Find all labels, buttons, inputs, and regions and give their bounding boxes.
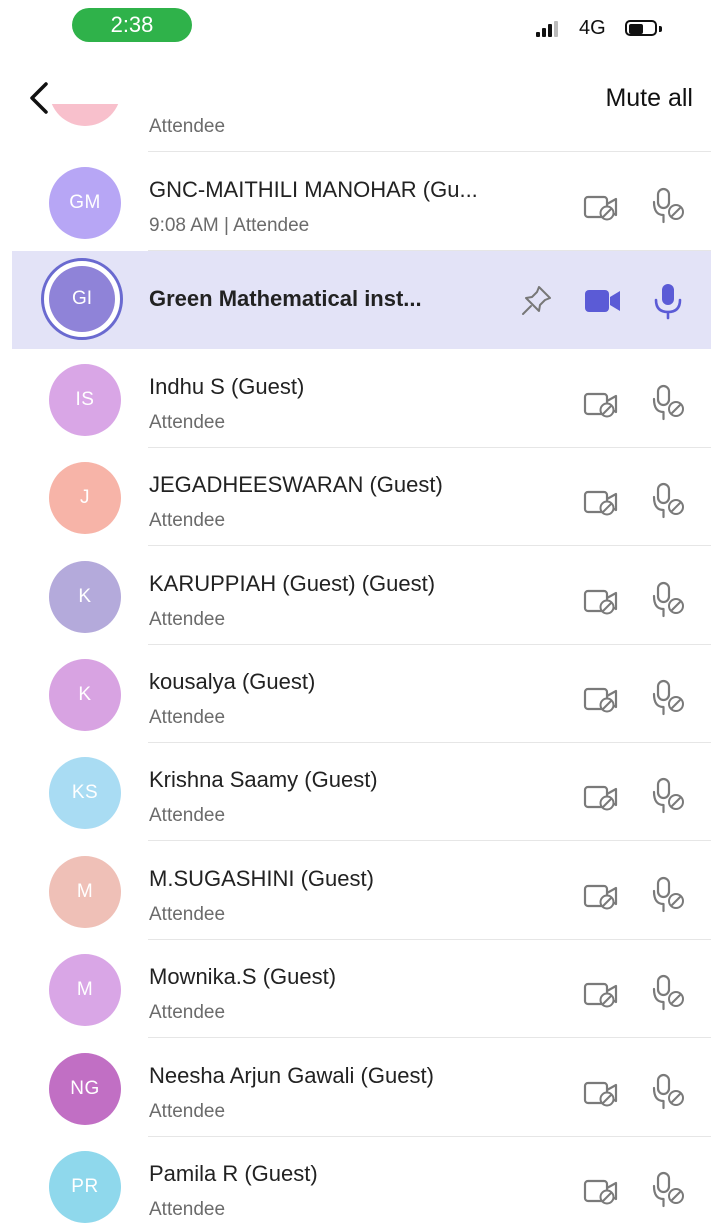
participant-row[interactable]: IS Indhu S (Guest) Attendee — [0, 350, 711, 448]
participant-subtitle: 9:08 AM | Attendee — [149, 215, 310, 236]
signal-icon — [536, 21, 566, 37]
participant-row[interactable]: GI Green Mathematical inst... — [12, 251, 711, 350]
status-bar: 2:38 4G — [0, 0, 711, 50]
avatar-initials: PR — [49, 1151, 121, 1223]
participant-name: M.SUGASHINI (Guest) — [149, 865, 374, 891]
avatar: GI — [41, 258, 123, 341]
avatar — [49, 104, 121, 126]
camera-off-icon[interactable] — [583, 880, 623, 912]
avatar-initials: J — [49, 462, 121, 535]
avatar-initials: NG — [49, 1052, 121, 1125]
battery-icon — [625, 20, 663, 38]
avatar-initials: GI — [49, 266, 115, 333]
microphone-off-icon[interactable] — [650, 972, 690, 1012]
microphone-off-icon[interactable] — [650, 1169, 690, 1209]
participant-subtitle: Attendee — [149, 1002, 226, 1024]
avatar-initials: M — [49, 855, 121, 928]
microphone-off-icon[interactable] — [650, 185, 690, 225]
camera-off-icon[interactable] — [583, 683, 623, 715]
avatar-initials: KS — [49, 757, 121, 830]
participant-row[interactable]: K KARUPPIAH (Guest) (Guest) Attendee — [0, 547, 711, 645]
microphone-off-icon[interactable] — [650, 677, 690, 717]
network-label: 4G — [579, 17, 606, 39]
microphone-on-icon[interactable] — [651, 281, 685, 321]
microphone-off-icon[interactable] — [650, 775, 690, 815]
participant-row[interactable]: M Mownika.S (Guest) Attendee — [0, 940, 711, 1039]
participant-row[interactable]: J JEGADHEESWARAN (Guest) Attendee — [0, 448, 711, 547]
participant-name: Mownika.S (Guest) — [149, 964, 337, 990]
avatar-initials: K — [49, 659, 121, 731]
camera-off-icon[interactable] — [583, 1077, 623, 1109]
participant-subtitle: Attendee — [149, 805, 226, 827]
microphone-off-icon[interactable] — [650, 874, 690, 914]
avatar-initials: M — [49, 954, 121, 1027]
participant-name: Indhu S (Guest) — [149, 373, 305, 399]
participant-row[interactable]: GM GNC-MAITHILI MANOHAR (Gu... 9:08 AM | A… — [0, 153, 711, 251]
participant-subtitle: Attendee — [149, 707, 226, 728]
microphone-off-icon[interactable] — [650, 480, 690, 520]
participant-name: Green Mathematical inst... — [149, 286, 422, 312]
participant-list[interactable]: Attendee GM GNC-MAITHILI MANOHAR (Gu... 9:… — [0, 104, 711, 1231]
participant-subtitle: Attendee — [149, 1100, 226, 1122]
participant-row[interactable]: NG Neesha Arjun Gawali (Guest) Attendee — [0, 1039, 711, 1137]
avatar-initials: K — [49, 560, 121, 633]
participant-subtitle: Attendee — [149, 510, 226, 532]
camera-off-icon[interactable] — [583, 486, 623, 518]
microphone-off-icon[interactable] — [650, 382, 690, 422]
camera-off-icon[interactable] — [583, 781, 623, 813]
microphone-off-icon[interactable] — [650, 1071, 690, 1111]
participant-name: GNC-MAITHILI MANOHAR (Gu... — [149, 177, 478, 202]
avatar-initials: IS — [49, 363, 121, 436]
participant-row-partial[interactable]: Attendee — [0, 104, 711, 152]
participant-row[interactable]: PR Pamila R (Guest) Attendee — [0, 1137, 711, 1231]
camera-off-icon[interactable] — [583, 191, 623, 223]
participant-subtitle: Attendee — [149, 411, 226, 433]
participant-row[interactable]: KS Krishna Saamy (Guest) Attendee — [0, 743, 711, 842]
participant-name: KARUPPIAH (Guest) (Guest) — [149, 570, 436, 596]
participant-subtitle: Attendee — [149, 903, 226, 925]
participant-name: Krishna Saamy (Guest) — [149, 767, 378, 793]
participant-subtitle: Attendee — [149, 1199, 226, 1220]
participant-subtitle: Attendee — [149, 116, 226, 137]
participant-name: Neesha Arjun Gawali (Guest) — [149, 1062, 434, 1088]
participant-row[interactable]: M M.SUGASHINI (Guest) Attendee — [0, 842, 711, 940]
pin-icon[interactable] — [520, 283, 554, 317]
participant-name: JEGADHEESWARAN (Guest) — [149, 472, 443, 498]
participant-name: Pamila R (Guest) — [149, 1161, 318, 1186]
participant-name: kousalya (Guest) — [149, 669, 316, 694]
avatar-initials: GM — [49, 167, 121, 239]
camera-on-icon[interactable] — [583, 287, 623, 315]
participant-subtitle: Attendee — [149, 608, 226, 630]
camera-off-icon[interactable] — [583, 388, 623, 420]
divider — [148, 151, 711, 152]
clock-pill: 2:38 — [72, 8, 192, 42]
participant-row[interactable]: Kkousalya (Guest) Attendee — [0, 645, 711, 743]
microphone-off-icon[interactable] — [650, 579, 690, 619]
camera-off-icon[interactable] — [583, 978, 623, 1010]
camera-off-icon[interactable] — [583, 1175, 623, 1207]
camera-off-icon[interactable] — [583, 585, 623, 617]
